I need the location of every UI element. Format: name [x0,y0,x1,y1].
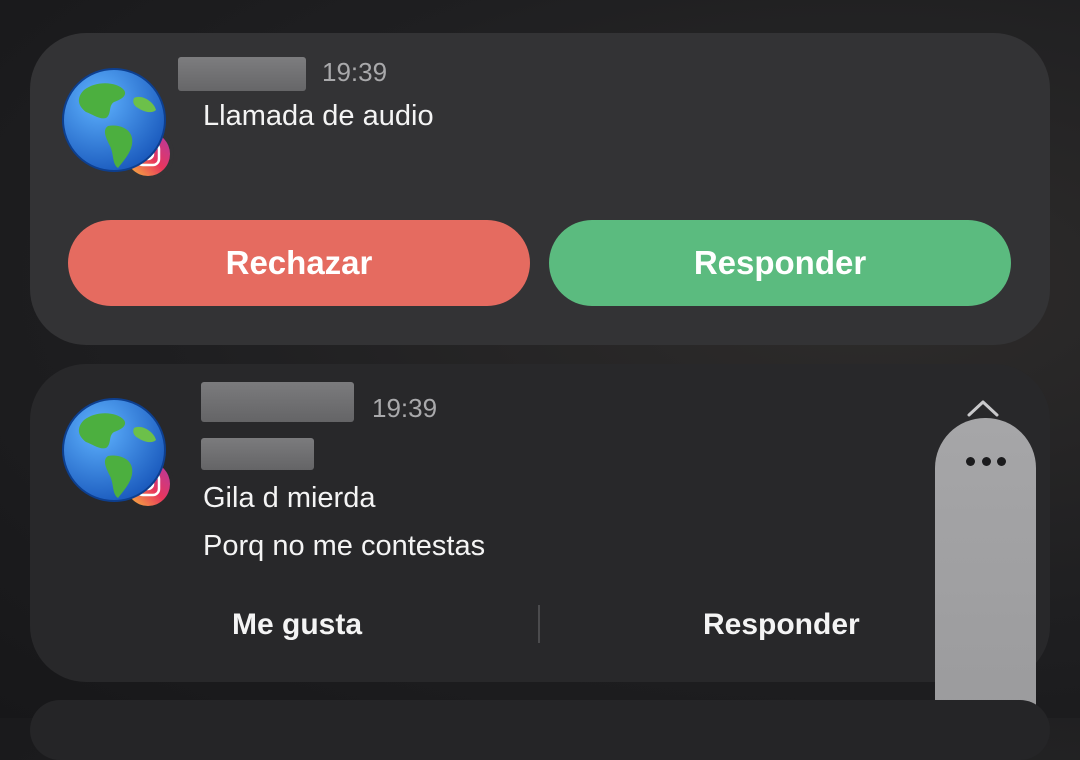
message-line: Porq no me contestas [203,530,486,562]
message-notification-card[interactable] [30,364,1050,682]
globe-americas-icon [62,68,166,172]
message-line: Gila d mierda [203,482,376,514]
reply-button[interactable]: Responder [703,608,860,642]
notification-time: 19:39 [372,393,438,423]
next-notification-card[interactable] [30,700,1050,760]
redacted-sender-name [178,57,306,91]
answer-call-button[interactable]: Responder [549,220,1011,306]
chevron-up-icon[interactable] [966,398,1000,418]
more-horizontal-icon[interactable] [966,455,1006,467]
action-divider [538,605,540,643]
contact-avatar [62,68,174,178]
contact-avatar [62,398,174,508]
notification-time: 19:39 [322,57,388,87]
like-button[interactable]: Me gusta [232,608,362,642]
call-type-text: Llamada de audio [203,100,434,132]
globe-americas-icon [62,398,166,502]
redacted-sender-handle [201,438,314,470]
redacted-sender-name [201,382,354,422]
reject-call-button[interactable]: Rechazar [68,220,530,306]
